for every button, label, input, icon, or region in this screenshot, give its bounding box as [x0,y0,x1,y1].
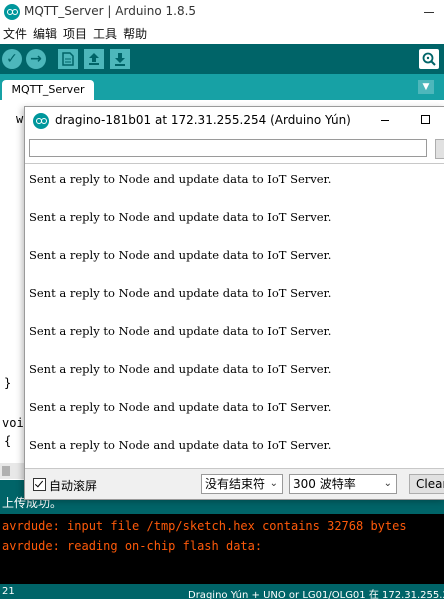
output-line: Sent a reply to Node and update data to … [29,210,332,224]
menu-sketch[interactable]: 项目 [60,24,90,44]
output-line: Sent a reply to Node and update data to … [29,400,332,414]
code-fragment: voi [2,416,24,430]
scrollbar-thumb[interactable] [2,466,10,476]
footer-bar: 21 Dragino Yún + UNO or LG01/OLG01 在 172… [0,584,444,601]
serial-output[interactable]: Sent a reply to Node and update data to … [25,163,444,469]
app-title: MQTT_Server | Arduino 1.8.5 [24,4,197,18]
arduino-logo-icon [4,4,20,20]
baud-rate-select[interactable]: 300 波特率 ⌄ [289,474,397,494]
send-input[interactable] [29,139,427,157]
output-line: Sent a reply to Node and update data to … [29,286,332,300]
menu-file[interactable]: 文件 [0,24,30,44]
code-fragment: } [4,376,12,390]
autoscroll-label: 自动滚屏 [49,479,98,493]
new-icon[interactable] [58,49,78,69]
output-line: Sent a reply to Node and update data to … [29,362,332,376]
menu-bar: 文件 编辑 项目 工具 帮助 [0,24,444,44]
output-console: avrdude: input file /tmp/sketch.hex cont… [0,514,444,584]
code-fragment: w [16,112,24,126]
arduino-logo-icon [33,113,49,129]
maximize-button[interactable] [415,107,439,135]
minimize-button[interactable] [375,107,395,135]
menu-edit[interactable]: 编辑 [30,24,60,44]
code-fragment: { [4,434,12,448]
app-titlebar: MQTT_Server | Arduino 1.8.5 [0,0,444,24]
autoscroll-checkbox[interactable] [33,478,46,491]
open-icon[interactable] [84,49,104,69]
output-line: Sent a reply to Node and update data to … [29,324,332,338]
serial-monitor-titlebar: dragino-181b01 at 172.31.255.254 (Arduin… [25,107,444,135]
tab-strip: MQTT_Server ▼ [0,74,444,100]
menu-tools[interactable]: 工具 [90,24,120,44]
output-line: Sent a reply to Node and update data to … [29,248,332,262]
minimize-button[interactable] [414,0,444,24]
tab-menu-chevron-icon[interactable]: ▼ [418,80,434,94]
clear-output-button[interactable]: Clear output [409,474,444,494]
save-icon[interactable] [110,49,130,69]
menu-help[interactable]: 帮助 [120,24,150,44]
serial-monitor-title: dragino-181b01 at 172.31.255.254 (Arduin… [55,113,351,127]
send-button[interactable] [435,139,444,159]
serial-monitor-icon[interactable] [419,49,439,69]
toolbar: ✓ → [0,44,444,74]
line-number: 21 [2,586,15,597]
line-ending-select[interactable]: 没有结束符 ⌄ [201,474,283,494]
chevron-down-icon: ⌄ [269,478,278,489]
output-line: Sent a reply to Node and update data to … [29,172,332,186]
line-ending-value: 没有结束符 [205,477,266,491]
console-line: avrdude: input file /tmp/sketch.hex cont… [2,519,407,533]
tab-mqtt-server[interactable]: MQTT_Server [2,80,94,100]
chevron-down-icon: ⌄ [383,478,392,489]
serial-monitor-controls: 自动滚屏 没有结束符 ⌄ 300 波特率 ⌄ Clear output [25,469,444,499]
output-line: Sent a reply to Node and update data to … [29,438,332,452]
baud-rate-value: 300 波特率 [293,477,356,491]
serial-monitor-window: dragino-181b01 at 172.31.255.254 (Arduin… [24,106,444,500]
upload-icon[interactable]: → [26,49,46,69]
console-line: avrdude: reading on-chip flash data: [2,539,263,553]
verify-icon[interactable]: ✓ [2,49,22,69]
